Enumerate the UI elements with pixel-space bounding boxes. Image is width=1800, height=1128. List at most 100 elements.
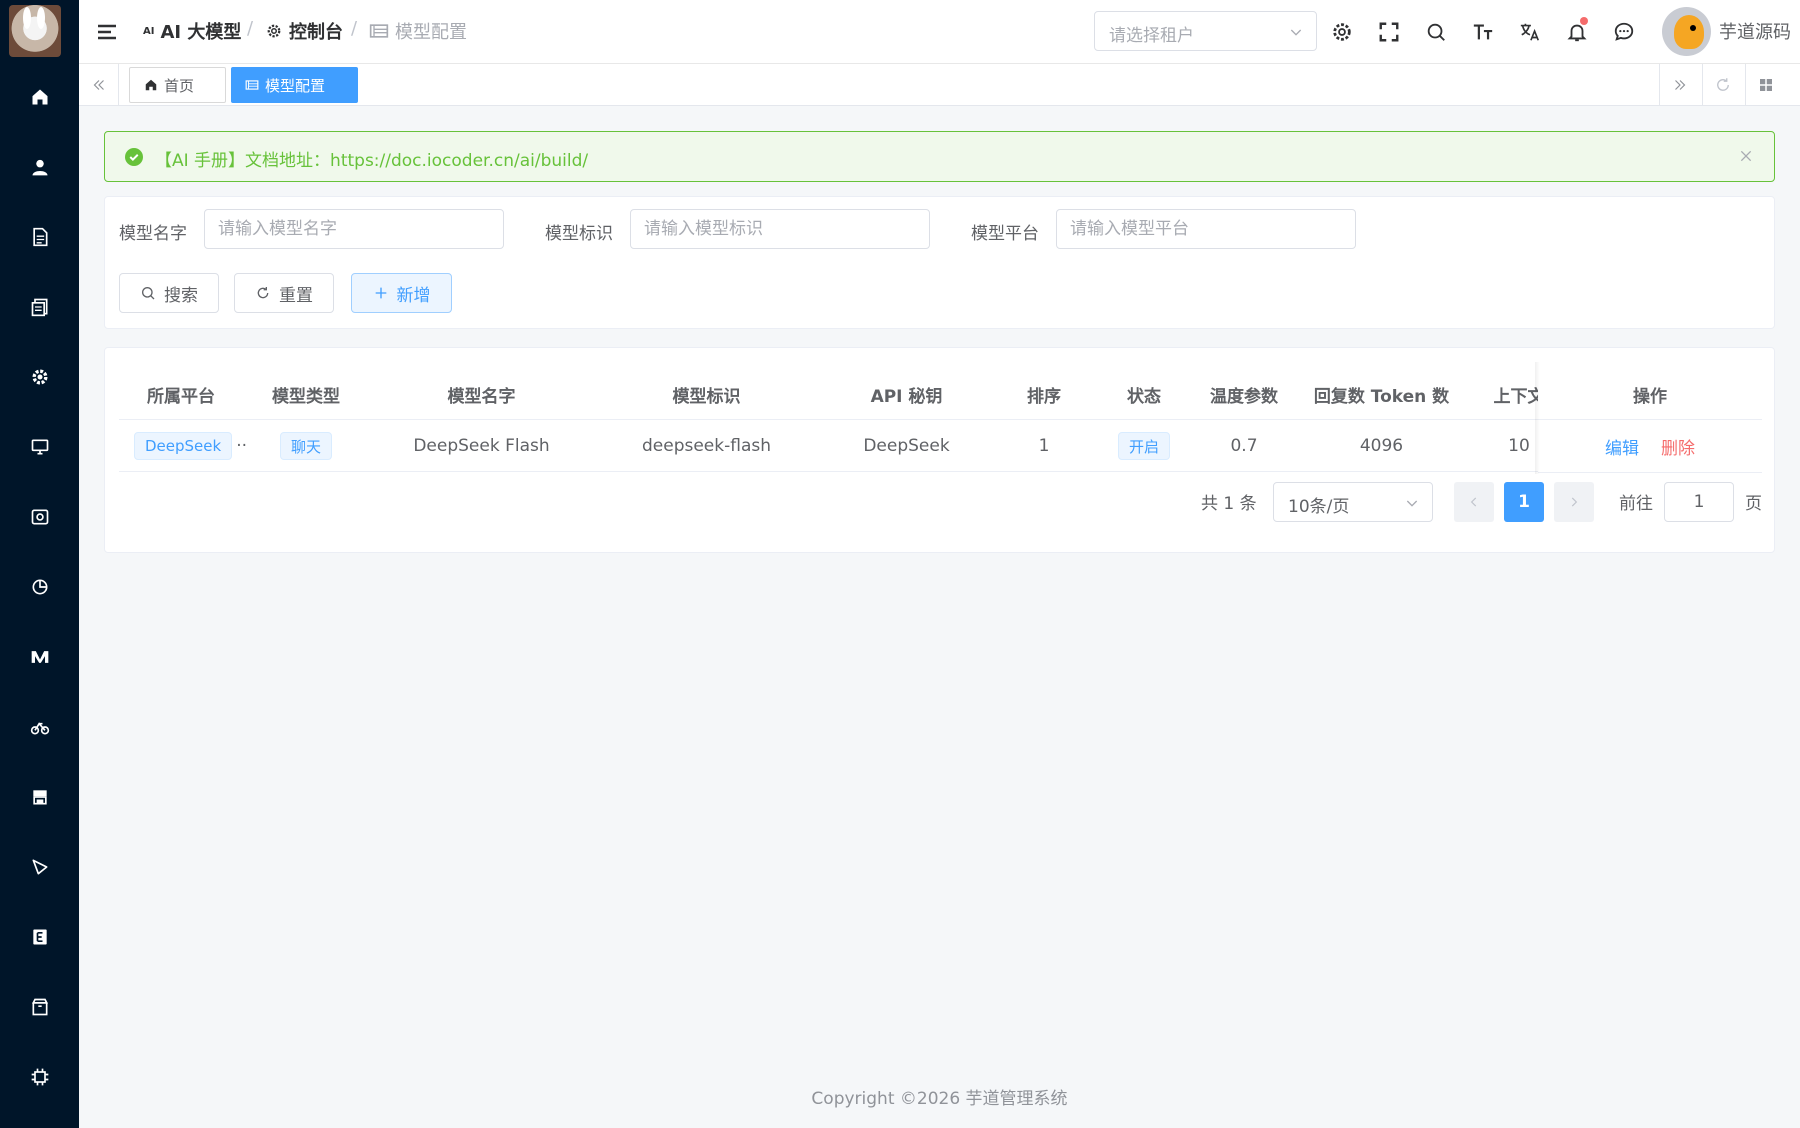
refresh-icon[interactable]: [1702, 64, 1742, 105]
tab-home[interactable]: 首页: [129, 67, 226, 103]
breadcrumb-separator: /: [247, 18, 254, 39]
type-tag: 聊天: [279, 432, 332, 460]
next-page-button[interactable]: [1554, 482, 1594, 522]
grid-menu-icon[interactable]: [1745, 64, 1785, 105]
breadcrumb-ai[interactable]: AI AI 大模型: [143, 18, 241, 44]
column-header: 状态: [1127, 386, 1161, 407]
page-number-button[interactable]: 1: [1504, 482, 1544, 522]
send-icon[interactable]: [27, 854, 53, 880]
copyright-footer: Copyright ©2026 芋道管理系统: [811, 1089, 1068, 1109]
store-icon[interactable]: [27, 784, 53, 810]
settings-icon[interactable]: [1329, 19, 1355, 45]
api-key-cell: DeepSeek: [863, 436, 950, 456]
delete-link[interactable]: 删除: [1661, 434, 1695, 459]
fullscreen-icon[interactable]: [1376, 19, 1402, 45]
user-icon[interactable]: [27, 154, 53, 180]
bicycle-icon[interactable]: [27, 714, 53, 740]
username[interactable]: 芋道源码: [1719, 18, 1791, 44]
column-header: 模型类型: [272, 386, 340, 407]
chevron-left-icon: [1470, 497, 1477, 507]
monitor-icon[interactable]: [27, 434, 53, 460]
add-button[interactable]: 新增: [351, 273, 452, 313]
model-cell: deepseek-flash: [641, 436, 771, 456]
button-label: 重置: [279, 285, 313, 306]
model-config-icon: [245, 80, 259, 90]
settings-icon[interactable]: [27, 364, 53, 390]
goto-page-input[interactable]: [1664, 482, 1734, 522]
chart-pie-icon[interactable]: [27, 574, 53, 600]
search-icon[interactable]: [1423, 19, 1449, 45]
model-platform-input[interactable]: [1056, 209, 1356, 249]
avatar[interactable]: [1662, 7, 1711, 56]
ai-icon: AI: [143, 25, 155, 37]
scroll-left-icon[interactable]: [79, 64, 119, 105]
model-name-input[interactable]: [204, 209, 504, 249]
column-header: 回复数 Token 数: [1313, 386, 1450, 407]
search-form: 模型名字 模型标识 模型平台 搜索 重置 新增: [104, 196, 1775, 329]
tenant-select[interactable]: 请选择租户: [1094, 11, 1317, 51]
home-icon[interactable]: [27, 84, 53, 110]
breadcrumb-label: 模型配置: [395, 22, 467, 43]
chip-icon[interactable]: [27, 1064, 53, 1090]
breadcrumb-model-config: 模型配置: [369, 18, 467, 44]
font-size-icon[interactable]: [1470, 19, 1496, 45]
tab-label: 首页: [164, 76, 195, 95]
close-icon[interactable]: [1738, 148, 1754, 164]
tab-model-config[interactable]: 模型配置: [231, 67, 358, 103]
reset-button[interactable]: 重置: [234, 273, 334, 313]
e-book-icon[interactable]: [27, 924, 53, 950]
breadcrumb-label: 控制台: [289, 22, 343, 43]
menu-toggle-icon[interactable]: [95, 20, 119, 44]
search-button[interactable]: 搜索: [119, 273, 219, 313]
message-icon[interactable]: [1611, 19, 1637, 45]
sort-cell: 1: [1038, 436, 1050, 456]
sidebar: [0, 0, 79, 1128]
column-header: 温度参数: [1210, 386, 1278, 407]
fixed-column-shadow: [1535, 362, 1540, 474]
button-label: 搜索: [164, 285, 198, 306]
field-label: 模型名字: [119, 224, 187, 244]
prev-page-button[interactable]: [1454, 482, 1494, 522]
search-icon: [142, 287, 155, 300]
tenant-placeholder: 请选择租户: [1109, 26, 1194, 46]
notification-bell-icon[interactable]: [1564, 17, 1590, 45]
table-header: 所属平台 模型类型 模型名字 模型标识 API 秘钥 排序 状态 温度参数 回复…: [119, 368, 1762, 420]
field-label: 模型平台: [971, 224, 1039, 244]
refresh-icon: [257, 287, 269, 299]
notification-dot: [1580, 17, 1588, 25]
page-size-select[interactable]: 10条/页: [1273, 482, 1433, 522]
top-bar: AI AI 大模型 / 控制台 / 模型配置 请选择租户 芋道源码: [79, 0, 1800, 64]
page-size-value: 10条/页: [1288, 497, 1350, 517]
field-label: 模型标识: [545, 224, 613, 244]
document-icon[interactable]: [27, 224, 53, 250]
column-header: 所属平台: [147, 386, 215, 407]
logo[interactable]: [9, 5, 61, 57]
doc-alert: 【AI 手册】文档地址：https://doc.iocoder.cn/ai/bu…: [104, 131, 1775, 182]
medium-icon[interactable]: [27, 644, 53, 670]
chevron-right-icon: [1571, 497, 1578, 507]
alert-message[interactable]: 【AI 手册】文档地址：https://doc.iocoder.cn/ai/bu…: [155, 146, 588, 171]
camera-icon[interactable]: [27, 504, 53, 530]
plus-icon: [375, 287, 386, 299]
column-header: 模型名字: [447, 386, 516, 407]
status-badge: 开启: [1117, 432, 1170, 460]
chevron-down-icon: [1406, 500, 1418, 507]
button-label: 新增: [396, 285, 431, 306]
fixed-actions-column: 操作 编辑 删除: [1538, 362, 1762, 473]
translate-icon[interactable]: [1517, 19, 1543, 45]
edit-link[interactable]: 编辑: [1605, 434, 1639, 459]
platform-tag: DeepSeek: [134, 432, 233, 460]
model-id-input[interactable]: [630, 209, 930, 249]
breadcrumb-separator: /: [351, 18, 358, 39]
breadcrumb-console[interactable]: 控制台: [265, 18, 343, 44]
scroll-right-icon[interactable]: [1659, 64, 1699, 105]
box-icon[interactable]: [27, 994, 53, 1020]
tabs-bar: 首页 模型配置: [79, 64, 1800, 106]
chevron-down-icon: [1290, 29, 1302, 36]
total-count: 共 1 条: [1201, 493, 1257, 514]
platform-cell: DeepSeek ··: [119, 420, 247, 472]
max-tokens-cell: 4096: [1359, 436, 1404, 456]
goto-label: 前往: [1619, 493, 1653, 514]
documents-icon[interactable]: [27, 294, 53, 320]
table-row: DeepSeek ·· 聊天 DeepSeek Flash deepseek-f…: [119, 420, 1762, 472]
